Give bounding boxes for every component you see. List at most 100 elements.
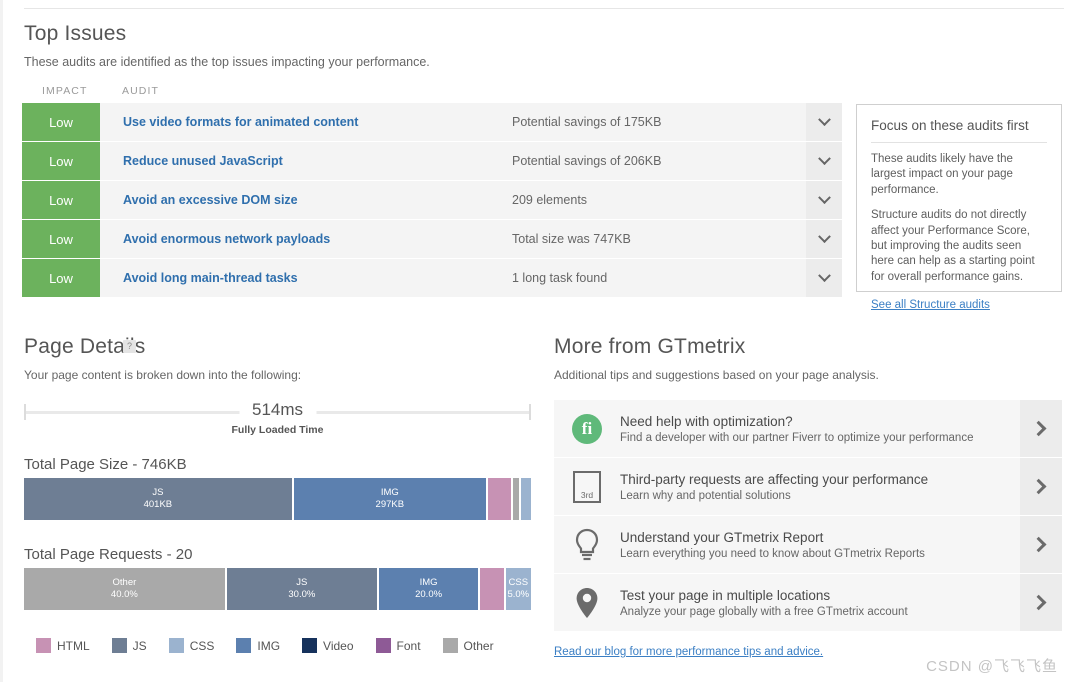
audit-link[interactable]: Use video formats for animated content <box>100 103 512 141</box>
focus-panel-title: Focus on these audits first <box>871 118 1047 143</box>
top-issues-table: LowUse video formats for animated conten… <box>22 103 842 298</box>
legend-swatch <box>169 638 184 653</box>
promo-text: Test your page in multiple locations Anal… <box>620 574 1020 631</box>
promo-card[interactable]: fiNeed help with optimization?Find a dev… <box>554 400 1062 457</box>
audit-value: Potential savings of 175KB <box>512 103 806 141</box>
legend-label: Font <box>397 639 421 653</box>
audit-value: 1 long task found <box>512 259 806 297</box>
chevron-right-glyph <box>1030 595 1046 611</box>
table-row[interactable]: LowAvoid enormous network payloadsTotal … <box>22 220 842 258</box>
promo-icon <box>554 574 620 631</box>
map-pin-icon <box>574 586 600 620</box>
fully-loaded-time-label: Fully Loaded Time <box>24 424 531 436</box>
chevron-down-icon[interactable] <box>806 142 842 180</box>
chevron-right-icon[interactable] <box>1020 516 1062 573</box>
chevron-glyph <box>818 230 831 243</box>
segment-label: IMG <box>381 487 399 499</box>
resource-type-legend: HTMLJSCSSIMGVideoFontOther <box>36 638 536 653</box>
gtmetrix-report-page: Top Issues These audits are identified a… <box>0 0 1080 682</box>
bar-segment-css <box>521 478 531 520</box>
bar-segment-js: JS401KB <box>24 478 294 520</box>
legend-item-html: HTML <box>36 638 90 653</box>
audit-value: 209 elements <box>512 181 806 219</box>
table-row[interactable]: LowAvoid long main-thread tasks1 long ta… <box>22 259 842 297</box>
segment-label: JS <box>296 577 307 589</box>
legend-label: CSS <box>190 639 215 653</box>
page-details-subtitle: Your page content is broken down into th… <box>24 368 301 382</box>
lightbulb-icon <box>573 528 601 562</box>
fully-loaded-time-value: 514ms <box>239 400 316 420</box>
see-all-structure-audits-link[interactable]: See all Structure audits <box>871 299 990 311</box>
legend-item-video: Video <box>302 638 353 653</box>
total-page-requests-title: Total Page Requests - 20 <box>24 546 192 563</box>
promo-heading: Third-party requests are affecting your … <box>620 472 1020 487</box>
impact-badge: Low <box>22 220 100 258</box>
impact-badge: Low <box>22 181 100 219</box>
chevron-right-icon[interactable] <box>1020 458 1062 515</box>
help-icon[interactable]: ? <box>123 340 136 353</box>
segment-label: CSS <box>509 577 529 589</box>
top-issues-title: Top Issues <box>24 22 126 46</box>
third-party-box-icon: 3rd <box>573 471 601 503</box>
promo-icon: 3rd <box>554 458 620 515</box>
chevron-down-icon[interactable] <box>806 103 842 141</box>
impact-badge: Low <box>22 142 100 180</box>
chevron-down-icon[interactable] <box>806 181 842 219</box>
promo-heading: Test your page in multiple locations <box>620 588 1020 603</box>
bar-segment-other: Other40.0% <box>24 568 227 610</box>
table-row[interactable]: LowReduce unused JavaScriptPotential sav… <box>22 142 842 180</box>
legend-item-font: Font <box>376 638 421 653</box>
segment-value: 20.0% <box>415 589 442 601</box>
chevron-glyph <box>818 113 831 126</box>
audit-link[interactable]: Avoid long main-thread tasks <box>100 259 512 297</box>
chevron-glyph <box>818 191 831 204</box>
promo-subtext: Find a developer with our partner Fiverr… <box>620 432 1020 444</box>
audit-value: Total size was 747KB <box>512 220 806 258</box>
audit-link[interactable]: Avoid enormous network payloads <box>100 220 512 258</box>
bar-segment-css: CSS5.0% <box>506 568 531 610</box>
read-blog-link[interactable]: Read our blog for more performance tips … <box>554 646 823 658</box>
promo-subtext: Learn why and potential solutions <box>620 490 1020 502</box>
column-header-audit: AUDIT <box>122 85 159 97</box>
chevron-right-glyph <box>1030 479 1046 495</box>
focus-panel-paragraph-2: Structure audits do not directly affect … <box>871 208 1047 285</box>
promo-heading: Understand your GTmetrix Report <box>620 530 1020 545</box>
legend-label: Video <box>323 639 353 653</box>
chevron-right-icon[interactable] <box>1020 574 1062 631</box>
audit-link[interactable]: Reduce unused JavaScript <box>100 142 512 180</box>
chevron-right-glyph <box>1030 537 1046 553</box>
chevron-down-icon[interactable] <box>806 220 842 258</box>
impact-badge: Low <box>22 103 100 141</box>
audit-link[interactable]: Avoid an excessive DOM size <box>100 181 512 219</box>
chevron-right-icon[interactable] <box>1020 400 1062 457</box>
promo-card[interactable]: Test your page in multiple locations Anal… <box>554 574 1062 631</box>
segment-value: 30.0% <box>288 589 315 601</box>
promo-subtext: Analyze your page globally with a free G… <box>620 606 1020 618</box>
chevron-down-icon[interactable] <box>806 259 842 297</box>
fully-loaded-time-bar: 514ms <box>24 400 531 422</box>
legend-label: JS <box>133 639 147 653</box>
more-from-gtmetrix-title: More from GTmetrix <box>554 335 745 359</box>
promo-text: Third-party requests are affecting your … <box>620 458 1020 515</box>
legend-item-js: JS <box>112 638 147 653</box>
promo-card[interactable]: Understand your GTmetrix ReportLearn eve… <box>554 516 1062 573</box>
legend-swatch <box>443 638 458 653</box>
table-row[interactable]: LowAvoid an excessive DOM size209 elemen… <box>22 181 842 219</box>
promo-icon: fi <box>554 400 620 457</box>
table-row[interactable]: LowUse video formats for animated conten… <box>22 103 842 141</box>
segment-value: 5.0% <box>507 589 529 601</box>
bar-segment-html <box>480 568 505 610</box>
legend-swatch <box>236 638 251 653</box>
timeline-cap-right <box>529 404 531 420</box>
chevron-right-glyph <box>1030 421 1046 437</box>
promo-card-list: fiNeed help with optimization?Find a dev… <box>554 400 1062 632</box>
legend-swatch <box>112 638 127 653</box>
chevron-glyph <box>818 152 831 165</box>
bar-segment-img: IMG297KB <box>294 478 488 520</box>
legend-swatch <box>36 638 51 653</box>
promo-card[interactable]: 3rd Third-party requests are affecting yo… <box>554 458 1062 515</box>
focus-audits-panel: Focus on these audits first These audits… <box>856 104 1062 292</box>
more-from-gtmetrix-subtitle: Additional tips and suggestions based on… <box>554 368 879 382</box>
legend-item-other: Other <box>443 638 494 653</box>
promo-icon <box>554 516 620 573</box>
